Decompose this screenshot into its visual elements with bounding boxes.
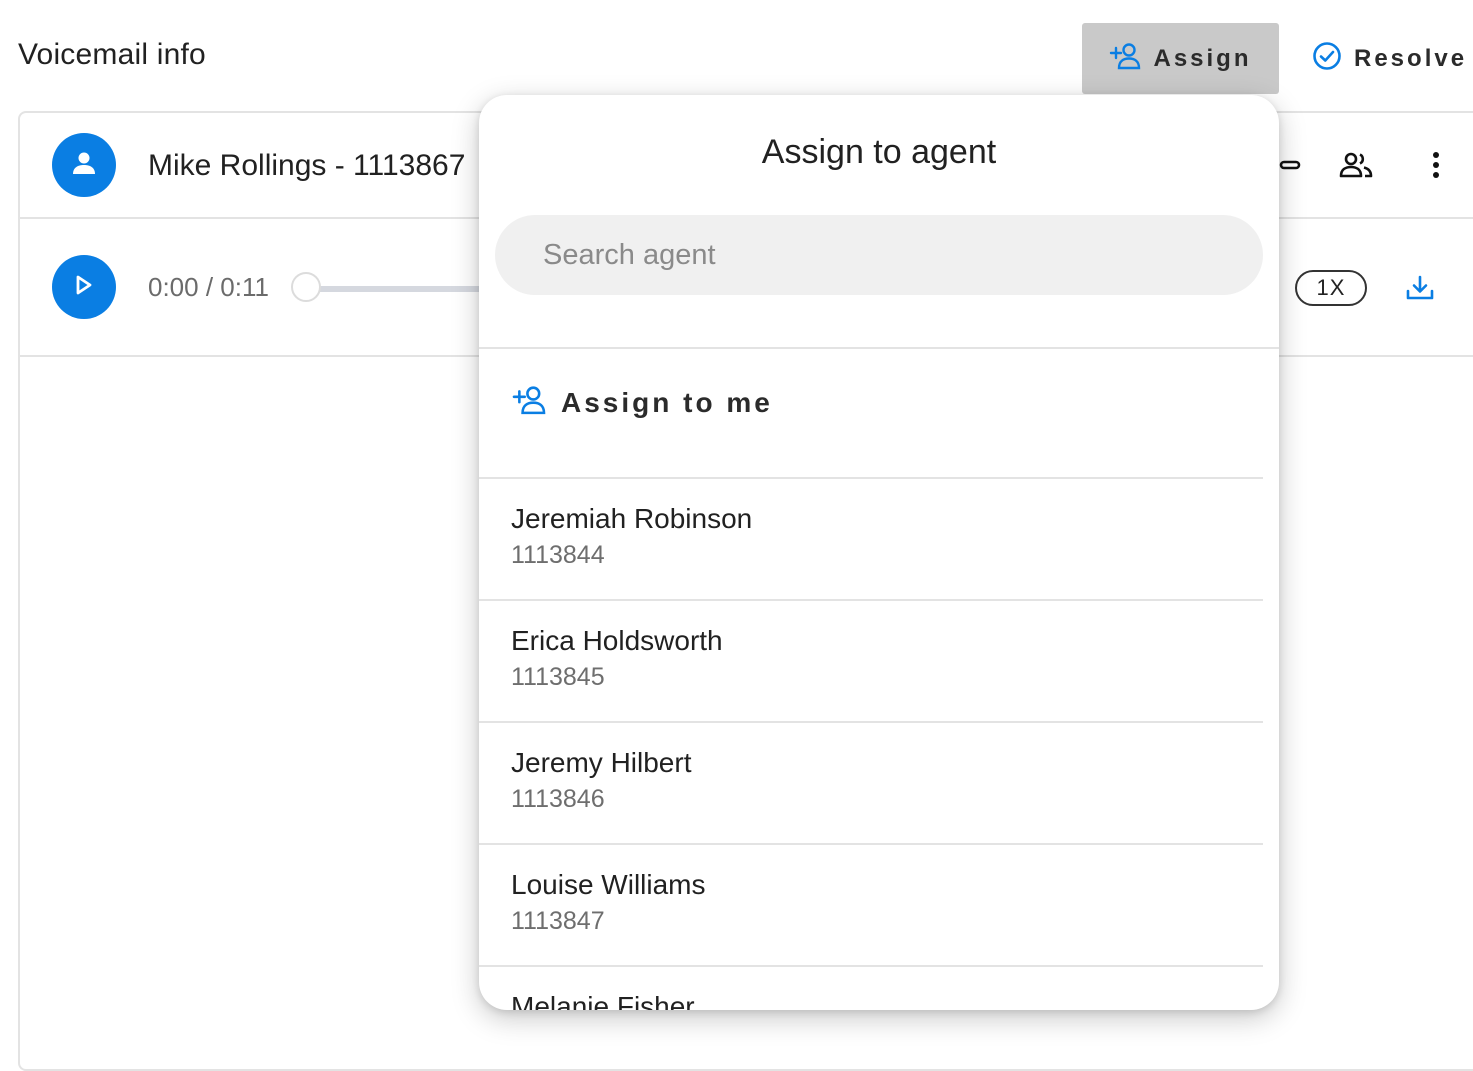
agent-extension: 1113846 xyxy=(511,785,605,813)
agent-list-item[interactable]: Erica Holdsworth 1113845 xyxy=(479,599,1263,721)
agent-name: Erica Holdsworth xyxy=(511,625,723,656)
agent-list-item[interactable]: Louise Williams 1113847 xyxy=(479,843,1263,965)
agent-name: Jeremy Hilbert xyxy=(511,747,692,778)
agent-extension: 1113844 xyxy=(511,541,605,569)
group-icon[interactable] xyxy=(1336,145,1376,185)
resolve-button[interactable]: Resolve xyxy=(1300,23,1473,94)
agent-name: Jeremiah Robinson xyxy=(511,503,753,534)
more-vert-icon[interactable] xyxy=(1416,145,1456,185)
agent-name: Louise Williams xyxy=(511,869,706,900)
playback-speed-button[interactable]: 1X xyxy=(1295,270,1367,306)
agent-list-item[interactable]: Melanie Fisher xyxy=(479,965,1263,1010)
contact-name: Mike Rollings - 1113867 xyxy=(148,149,466,182)
person-icon xyxy=(71,150,97,181)
assign-button[interactable]: Assign xyxy=(1082,23,1279,94)
agent-list-item[interactable]: Jeremy Hilbert 1113846 xyxy=(479,721,1263,843)
assign-button-label: Assign xyxy=(1153,44,1252,72)
search-agent-input[interactable] xyxy=(495,215,1263,295)
person-add-icon xyxy=(511,385,547,420)
popover-divider xyxy=(479,347,1279,349)
agent-list: Jeremiah Robinson 1113844 Erica Holdswor… xyxy=(479,477,1263,1010)
page-title: Voicemail info xyxy=(18,38,206,71)
playback-slider-thumb[interactable] xyxy=(291,272,321,302)
assign-to-me-button[interactable]: Assign to me xyxy=(511,385,773,420)
play-icon xyxy=(74,274,94,301)
agent-extension: 1113847 xyxy=(511,907,605,935)
agent-name: Melanie Fisher xyxy=(511,991,695,1010)
play-button[interactable] xyxy=(52,255,116,319)
time-readout: 0:00 / 0:11 xyxy=(148,272,269,302)
assign-agent-popover: Assign to agent Assign to me Jeremiah Ro… xyxy=(479,95,1279,1010)
popover-title: Assign to agent xyxy=(761,133,997,171)
person-add-icon xyxy=(1109,42,1141,75)
avatar xyxy=(52,133,116,197)
check-circle-icon xyxy=(1312,41,1342,76)
resolve-button-label: Resolve xyxy=(1354,44,1468,72)
agent-extension: 1113845 xyxy=(511,663,605,691)
download-icon[interactable] xyxy=(1400,268,1440,308)
assign-to-me-label: Assign to me xyxy=(561,386,773,418)
agent-list-item[interactable]: Jeremiah Robinson 1113844 xyxy=(479,477,1263,599)
